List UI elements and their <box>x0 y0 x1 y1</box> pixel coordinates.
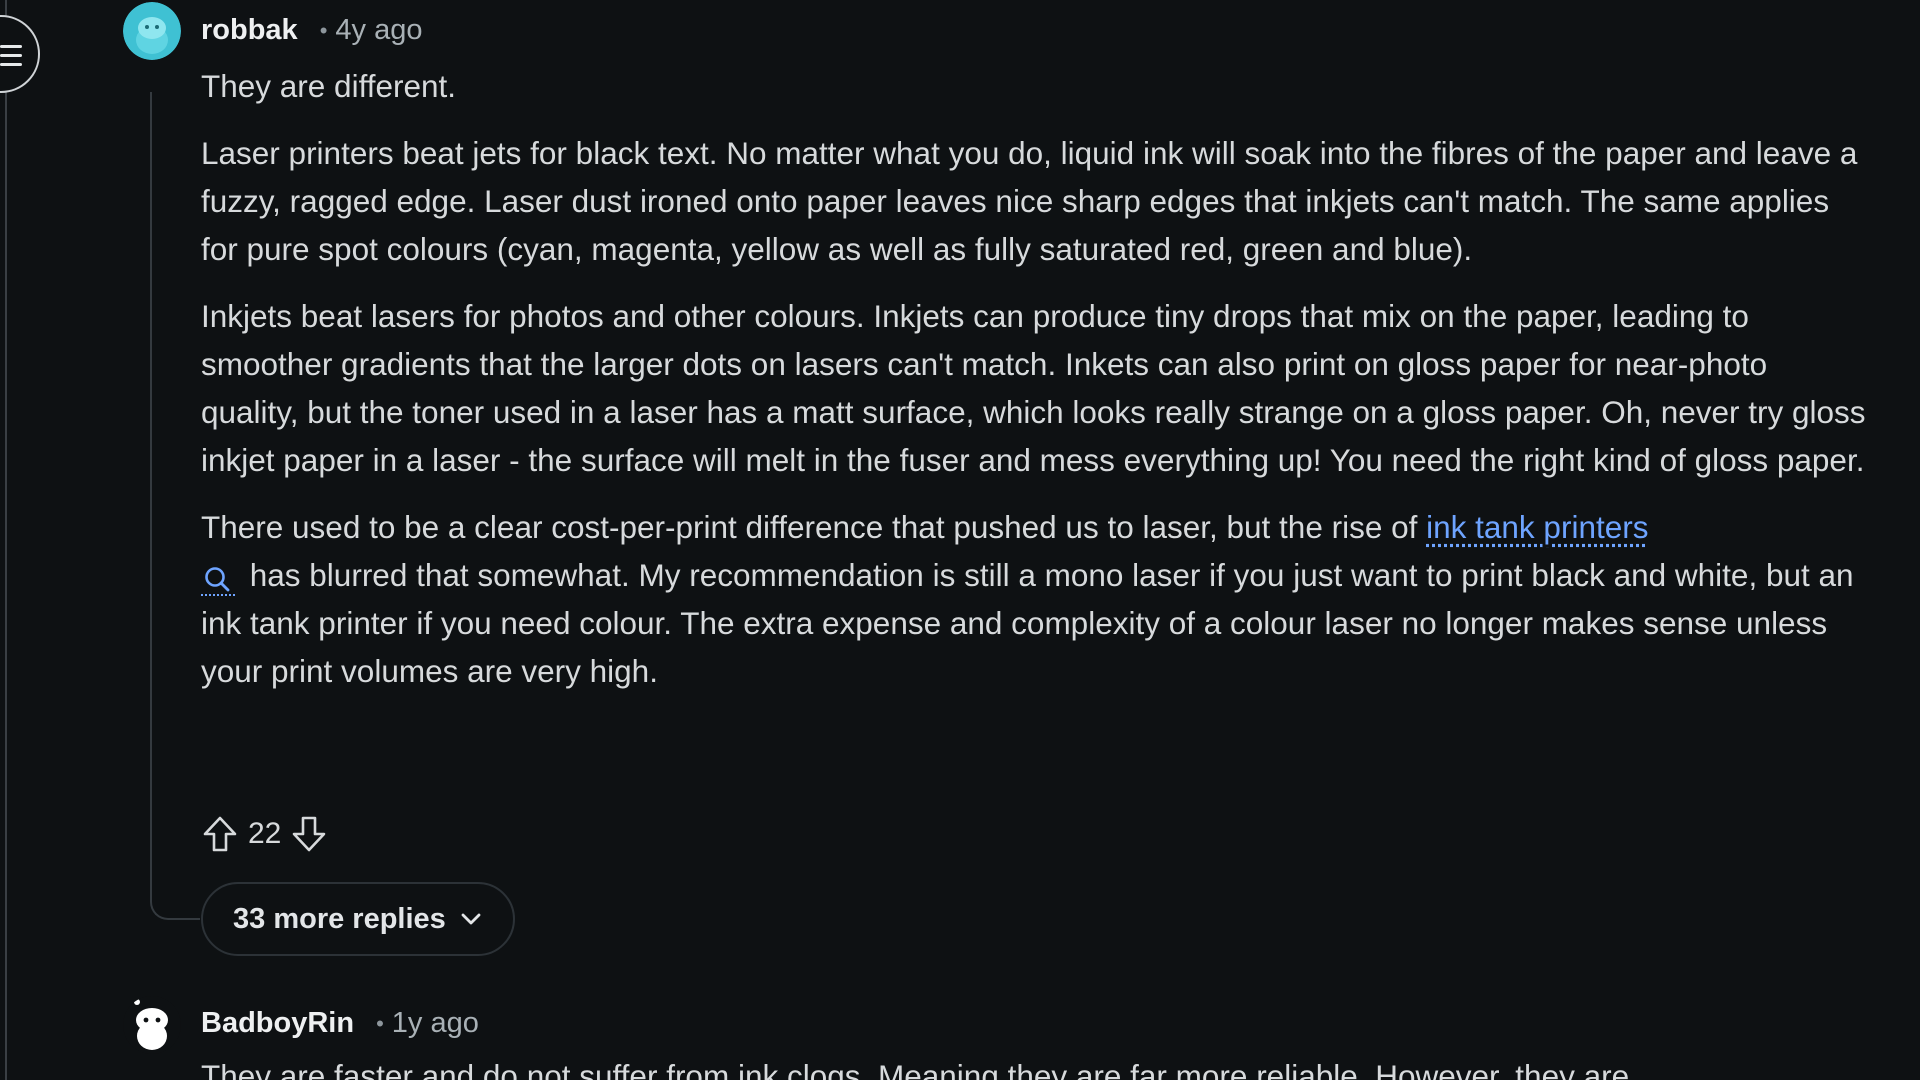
comment-thread-page: robbak • 4y ago They are different. Lase… <box>0 0 1920 1080</box>
avatar[interactable] <box>123 2 181 60</box>
comment-paragraph: Laser printers beat jets for black text.… <box>201 135 1858 267</box>
thread-connector <box>150 880 200 920</box>
comment-paragraph: They are different. <box>201 68 457 104</box>
more-replies-label: 33 more replies <box>233 902 446 935</box>
meta-separator: • <box>376 1010 384 1036</box>
snoo-avatar-icon <box>123 2 181 60</box>
paragraph-text: There used to be a clear cost-per-print … <box>201 509 1427 545</box>
downvote-arrow-icon <box>293 816 326 852</box>
search-icon[interactable] <box>201 560 235 596</box>
comment-header: BadboyRin • 1y ago <box>201 1007 479 1040</box>
left-rail-divider <box>5 0 7 1080</box>
menu-button[interactable] <box>0 15 40 93</box>
vote-score: 22 <box>248 817 282 850</box>
comment-timestamp[interactable]: 1y ago <box>392 1007 479 1040</box>
chevron-down-icon <box>461 913 481 925</box>
author-name[interactable]: BadboyRin <box>201 1007 354 1040</box>
thread-line[interactable] <box>150 92 152 900</box>
comment-body-preview: They are faster and do not suffer from i… <box>201 1058 1630 1080</box>
vote-bar: 22 <box>200 810 329 858</box>
comment-paragraph: There used to be a clear cost-per-print … <box>201 503 1866 695</box>
comment-paragraph: Inkjets beat lasers for photos and other… <box>201 298 1866 478</box>
avatar[interactable] <box>123 996 181 1054</box>
paragraph-text: has blurred that somewhat. My recommenda… <box>201 557 1854 689</box>
upvote-arrow-icon <box>203 816 237 852</box>
hamburger-menu-icon <box>0 45 22 66</box>
meta-separator: • <box>319 17 328 43</box>
comment-header: robbak • 4y ago <box>201 14 422 47</box>
downvote-button[interactable] <box>289 814 329 854</box>
comment-timestamp[interactable]: 4y ago <box>335 14 422 47</box>
snoo-avatar-icon <box>123 996 181 1054</box>
author-name[interactable]: robbak <box>201 14 298 47</box>
search-link[interactable]: ink tank printers <box>1426 509 1648 545</box>
more-replies-button[interactable]: 33 more replies <box>201 882 515 956</box>
comment-body: They are different. Laser printers beat … <box>201 62 1866 714</box>
upvote-button[interactable] <box>200 814 240 854</box>
